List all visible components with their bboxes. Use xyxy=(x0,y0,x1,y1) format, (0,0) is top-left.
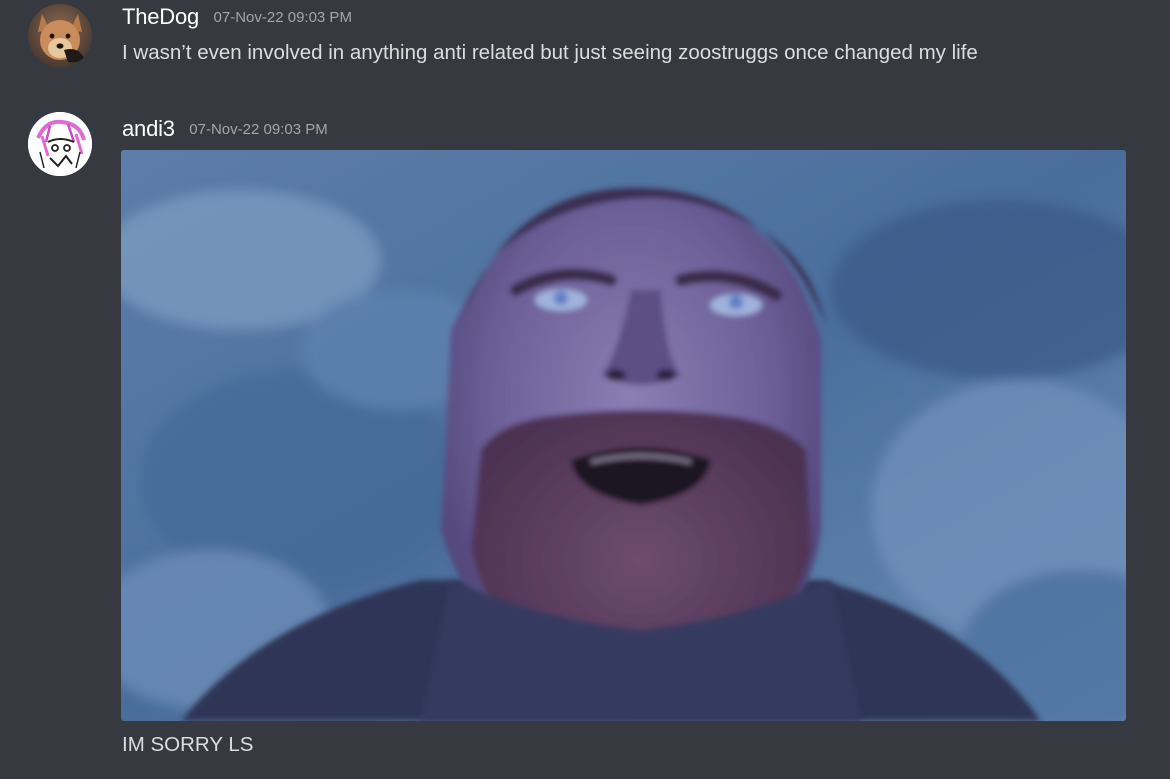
gif-image xyxy=(121,150,1126,721)
username[interactable]: andi3 xyxy=(122,116,175,141)
gif-attachment[interactable] xyxy=(121,150,1126,721)
dog-avatar-icon xyxy=(28,4,92,68)
message-text: IM SORRY LS xyxy=(122,733,254,756)
message-header: TheDog 07-Nov-22 09:03 PM xyxy=(122,4,352,30)
timestamp: 07-Nov-22 09:03 PM xyxy=(213,9,352,26)
user-avatar[interactable] xyxy=(28,112,92,176)
message-header: andi3 07-Nov-22 09:03 PM xyxy=(122,116,328,142)
username[interactable]: TheDog xyxy=(122,4,199,29)
message-text: I wasn’t even involved in anything anti … xyxy=(122,41,978,64)
chat-messages: TheDog 07-Nov-22 09:03 PM I wasn’t even … xyxy=(0,0,1170,779)
user-avatar[interactable] xyxy=(28,4,92,68)
message-item: TheDog 07-Nov-22 09:03 PM I wasn’t even … xyxy=(0,0,1170,100)
timestamp: 07-Nov-22 09:03 PM xyxy=(189,121,328,138)
anime-sketch-avatar-icon xyxy=(28,112,92,176)
message-item: andi3 07-Nov-22 09:03 PM IM SORRY LS xyxy=(0,106,1170,779)
